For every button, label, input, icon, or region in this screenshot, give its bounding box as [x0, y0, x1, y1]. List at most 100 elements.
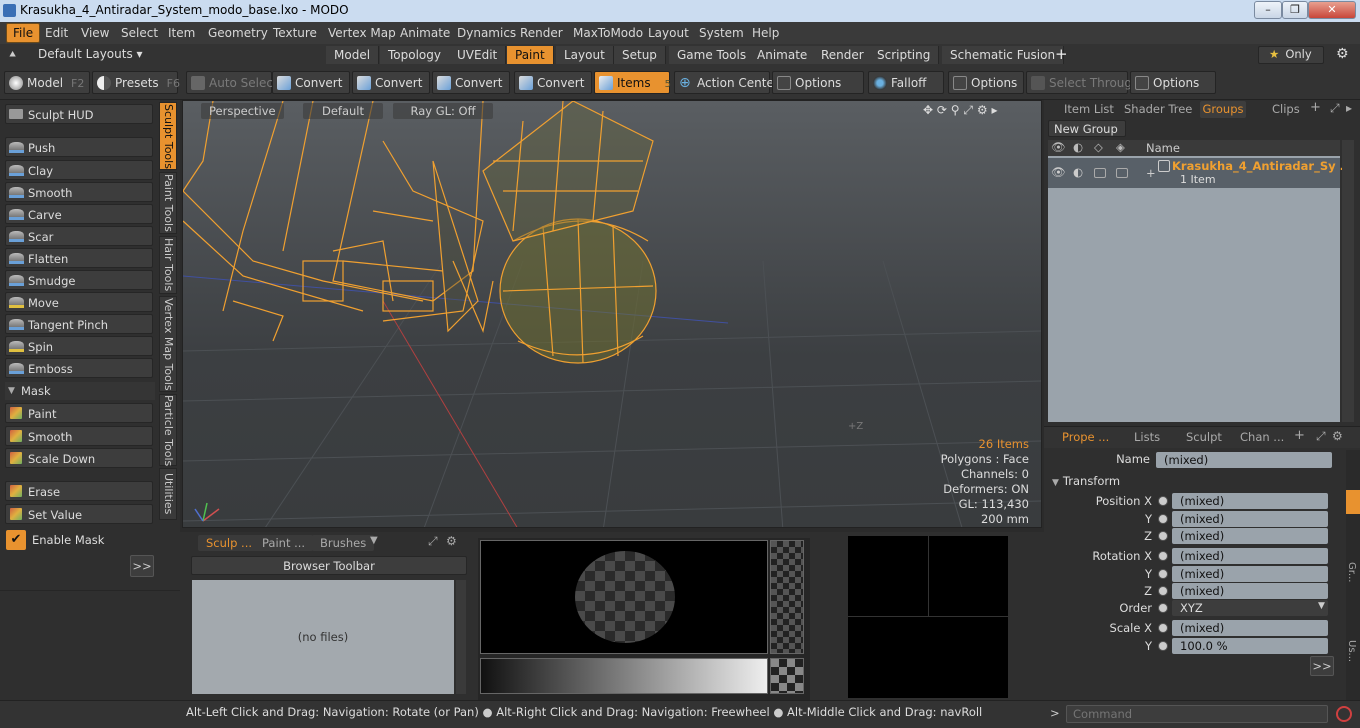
scale-x-anim-dot[interactable]	[1158, 623, 1168, 633]
tab-model[interactable]: Model	[326, 46, 380, 64]
mask-tool-smooth[interactable]: Smooth	[5, 426, 153, 446]
scale-y-anim-dot[interactable]	[1158, 641, 1168, 651]
only-toggle[interactable]: ★ Only	[1258, 46, 1324, 64]
viewport-gear-icon[interactable]: ⚙	[977, 103, 988, 117]
browser-scrollbar[interactable]	[456, 580, 466, 694]
close-button[interactable]: ✕	[1308, 1, 1356, 19]
value-gradient-strip[interactable]	[480, 658, 768, 694]
falloff-options-button[interactable]: Options	[948, 71, 1024, 94]
menu-select[interactable]: Select	[115, 22, 164, 44]
side-tab-user[interactable]: Us...	[1346, 640, 1357, 662]
tab-scripting[interactable]: Scripting	[869, 46, 940, 64]
maximize-button[interactable]: ❐	[1282, 1, 1308, 19]
add-tab-button[interactable]: +	[1294, 428, 1305, 443]
brush-texture-swatch[interactable]	[770, 540, 804, 654]
position-z-field[interactable]: (mixed)	[1172, 528, 1328, 544]
tab-paint[interactable]: Paint	[507, 46, 554, 64]
vtab-utilities[interactable]: Utilities	[159, 468, 177, 520]
tab-game-tools[interactable]: Game Tools	[669, 46, 756, 64]
uv-preview-panel[interactable]	[848, 536, 1008, 698]
convert-polygons-button[interactable]: Convert	[432, 71, 510, 94]
mask-section-header[interactable]: ▼ Mask	[5, 382, 155, 400]
vtab-hair-tools[interactable]: Hair Tools	[159, 236, 177, 294]
model-button[interactable]: Model F2	[4, 71, 90, 94]
menu-maxtomodo[interactable]: MaxToModo	[567, 22, 649, 44]
render-icon[interactable]: ◐	[1073, 140, 1083, 154]
add-tab-button[interactable]: +	[1055, 45, 1068, 63]
scale-x-field[interactable]: (mixed)	[1172, 620, 1328, 636]
panel-expand-icon[interactable]: ⤢	[428, 534, 438, 549]
menu-item[interactable]: Item	[162, 22, 201, 44]
rotation-x-anim-dot[interactable]	[1158, 551, 1168, 561]
tool-push[interactable]: Push	[5, 137, 153, 157]
expand-more-button[interactable]: >>	[130, 555, 154, 577]
tab-sculpt[interactable]: Sculpt	[1186, 430, 1222, 444]
select-icon[interactable]: ◈	[1116, 140, 1125, 154]
group-lock-checkbox[interactable]	[1094, 168, 1106, 178]
tab-channels[interactable]: Chan ...	[1240, 430, 1284, 444]
expand-plus-icon[interactable]: +	[1146, 166, 1156, 180]
convert-vertices-button[interactable]: Convert	[272, 71, 350, 94]
presets-button[interactable]: Presets F6	[92, 71, 180, 94]
group-render-icon[interactable]: ◐	[1073, 165, 1083, 179]
raygl-toggle[interactable]: Ray GL: Off	[393, 103, 493, 119]
tab-uvedit[interactable]: UVEdit	[449, 46, 507, 64]
3d-viewport[interactable]: +Z Perspective Default Ray GL: Off ✥ ⟳ ⚲…	[182, 100, 1042, 528]
groups-scrollbar[interactable]	[1342, 140, 1354, 422]
properties-more-button[interactable]: >>	[1310, 656, 1334, 676]
menu-animate[interactable]: Animate	[394, 22, 456, 44]
tool-smooth[interactable]: Smooth	[5, 182, 153, 202]
select-through-options-button[interactable]: Options	[1130, 71, 1216, 94]
menu-help[interactable]: Help	[746, 22, 785, 44]
tab-properties[interactable]: Prope ...	[1062, 430, 1109, 444]
lock-icon[interactable]: ◇	[1094, 140, 1103, 154]
menu-layout[interactable]: Layout	[642, 22, 695, 44]
tab-setup[interactable]: Setup	[614, 46, 666, 64]
convert-edges-button[interactable]: Convert	[352, 71, 430, 94]
tool-smudge[interactable]: Smudge	[5, 270, 153, 290]
tool-carve[interactable]: Carve	[5, 204, 153, 224]
action-center-button[interactable]: ⊕ Action Center	[674, 71, 779, 94]
shading-default-dropdown[interactable]: Default	[303, 103, 383, 119]
file-browser-area[interactable]: (no files)	[192, 580, 454, 694]
groups-list[interactable]: 👁 ◐ ◇ ◈ Name 👁 ◐ + Krasukha_4_Antiradar_…	[1048, 140, 1353, 422]
falloff-button[interactable]: Falloff	[868, 71, 944, 94]
menu-texture[interactable]: Texture	[267, 22, 323, 44]
auto-select-button[interactable]: Auto Select	[186, 71, 278, 94]
tabs-dropdown-icon[interactable]: ▼	[370, 535, 378, 546]
menu-edit[interactable]: Edit	[39, 22, 74, 44]
tab-layout[interactable]: Layout	[556, 46, 614, 64]
rotation-x-field[interactable]: (mixed)	[1172, 548, 1328, 564]
rotation-y-field[interactable]: (mixed)	[1172, 566, 1328, 582]
items-button[interactable]: Items 5	[594, 71, 671, 94]
new-group-button[interactable]: New Group	[1048, 120, 1126, 137]
position-y-anim-dot[interactable]	[1158, 514, 1168, 524]
perspective-view-dropdown[interactable]: Perspective	[201, 103, 284, 119]
menu-geometry[interactable]: Geometry	[202, 22, 274, 44]
tab-topology[interactable]: Topology	[380, 46, 450, 64]
group-visibility-icon[interactable]: 👁	[1051, 165, 1066, 179]
tool-spin[interactable]: Spin	[5, 336, 153, 356]
menu-system[interactable]: System	[693, 22, 750, 44]
visibility-eye-icon[interactable]: 👁	[1051, 140, 1066, 154]
vtab-vertex-map-tools[interactable]: Vertex Map Tools	[159, 296, 177, 392]
vtab-paint-tools[interactable]: Paint Tools	[159, 172, 177, 234]
mask-tool-scale-down[interactable]: Scale Down	[5, 448, 153, 468]
minimize-button[interactable]: –	[1254, 1, 1282, 19]
panel-gear-icon[interactable]: ⚙	[1332, 429, 1343, 443]
move-view-icon[interactable]: ✥	[923, 103, 933, 117]
position-z-anim-dot[interactable]	[1158, 531, 1168, 541]
group-row[interactable]: 👁 ◐ + Krasukha_4_Antiradar_Sy ... 1 Item	[1048, 158, 1353, 188]
tab-lists[interactable]: Lists	[1134, 430, 1160, 444]
set-value-button[interactable]: Set Value	[5, 504, 153, 524]
menu-render[interactable]: Render	[514, 22, 569, 44]
brush-preview-canvas[interactable]	[480, 540, 768, 654]
tab-brushes[interactable]: Brushes	[312, 535, 375, 551]
enable-mask-checkbox[interactable]: ✔	[6, 530, 26, 550]
tool-emboss[interactable]: Emboss	[5, 358, 153, 378]
panel-expand-icon[interactable]: ⤢	[1316, 429, 1326, 444]
rotation-y-anim-dot[interactable]	[1158, 569, 1168, 579]
order-dropdown[interactable]: XYZ	[1172, 600, 1328, 616]
menu-file[interactable]: File	[6, 23, 41, 43]
select-through-button[interactable]: Select Through	[1026, 71, 1140, 94]
